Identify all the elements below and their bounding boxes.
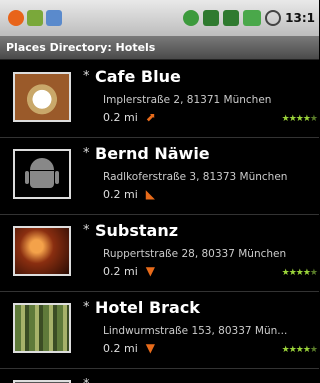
place-distance: 0.2 mi ▼ — [103, 264, 155, 278]
place-distance: 0.2 mi ▼ — [103, 341, 155, 355]
northeast-arrow-icon: ⬈ — [145, 110, 156, 124]
download-icon — [46, 10, 62, 26]
alarm-icon — [265, 10, 282, 26]
south-arrow-icon: ▼ — [145, 341, 155, 355]
favorite-star-icon[interactable]: * — [83, 300, 90, 315]
notification-icon — [8, 10, 24, 26]
rating-stars: ★★★★★ — [281, 345, 318, 355]
list-item[interactable]: * Bernd Näwie Radlkoferstraße 3, 81373 M… — [0, 138, 319, 215]
place-thumbnail — [13, 303, 71, 353]
place-thumbnail — [13, 226, 71, 276]
place-address: Radlkoferstraße 3, 81373 München — [103, 171, 288, 183]
place-distance: 0.2 mi ⬈ — [103, 110, 156, 124]
rating-stars: ★★★★★ — [281, 268, 318, 278]
place-address: Lindwurmstraße 153, 80337 Mün... — [103, 325, 288, 337]
clock: 13:1 — [285, 11, 315, 25]
battery-icon — [243, 10, 262, 26]
favorite-star-icon[interactable]: * — [83, 377, 90, 383]
place-name: Substanz — [95, 221, 179, 240]
phone-icon — [183, 10, 200, 26]
place-name: Bernd Näwie — [95, 144, 210, 163]
place-name: Cafe Blue — [95, 67, 181, 86]
page-title: Places Directory: Hotels — [0, 36, 319, 60]
place-thumbnail — [13, 72, 71, 122]
list-item[interactable]: * Hotel Brack Lindwurmstraße 153, 80337 … — [0, 292, 319, 369]
place-distance: 0.2 mi ◣ — [103, 187, 155, 201]
places-list: * Cafe Blue Implerstraße 2, 81371 Münche… — [0, 61, 319, 383]
north-arrow-icon: ◣ — [145, 187, 155, 201]
south-arrow-icon: ▼ — [145, 264, 155, 278]
status-bar: 13:1 — [0, 0, 319, 36]
network-icon — [203, 10, 220, 26]
rating-stars: ★★★★★ — [281, 114, 318, 124]
android-icon — [27, 10, 43, 26]
place-address: Implerstraße 2, 81371 München — [103, 94, 272, 106]
list-item[interactable]: * Cafe Blue Implerstraße 2, 81371 Münche… — [0, 61, 319, 138]
favorite-star-icon[interactable]: * — [83, 223, 90, 238]
signal-icon — [223, 10, 240, 26]
android-placeholder-icon — [25, 156, 59, 192]
place-name: Hotel Brack — [95, 298, 200, 317]
place-address: Ruppertstraße 28, 80337 München — [103, 248, 287, 260]
favorite-star-icon[interactable]: * — [83, 146, 90, 161]
favorite-star-icon[interactable]: * — [83, 69, 90, 84]
place-thumbnail — [13, 149, 71, 199]
list-item[interactable]: * Substanz Ruppertstraße 28, 80337 Münch… — [0, 215, 319, 292]
list-item[interactable]: * — [0, 369, 319, 383]
